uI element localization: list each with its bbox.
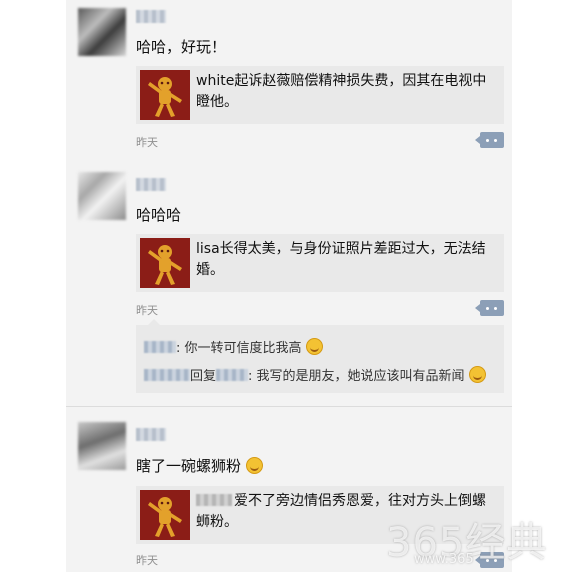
mascot-icon (148, 497, 182, 537)
comment-menu-button[interactable] (475, 300, 504, 316)
username[interactable] (136, 10, 166, 23)
shared-link-card[interactable]: white起诉赵薇赔偿精神损失费，因其在电视中瞪他。 (136, 66, 504, 124)
laughing-emoji-icon (305, 338, 323, 355)
watermark-url: www.365 (414, 552, 474, 567)
comment-2[interactable]: 回复 : 我写的是朋友，她说应该叫有品新闻 (144, 365, 486, 384)
post-text-content: 瞎了一碗螺狮粉 (136, 457, 242, 475)
post-time: 昨天 (136, 136, 158, 149)
comment-text: : 你一转可信度比我高 (176, 341, 302, 356)
mascot-icon (148, 245, 182, 285)
comments-box: : 你一转可信度比我高 回复 : 我写的是朋友，她说应该叫有品新闻 (136, 319, 504, 393)
avatar[interactable] (78, 422, 126, 470)
awkward-emoji-icon (468, 366, 486, 383)
username[interactable] (136, 428, 166, 441)
avatar[interactable] (78, 8, 126, 56)
post-time: 昨天 (136, 304, 158, 317)
shared-link-card[interactable]: lisa长得太美，与身份证照片差距过大，无法结婚。 (136, 234, 504, 292)
reply-label: 回复 (190, 369, 217, 384)
username[interactable] (136, 178, 166, 191)
post-divider (66, 406, 512, 407)
post-text: 哈哈，好玩！ (136, 38, 227, 56)
post-text: 哈哈哈 (136, 206, 182, 224)
share-thumbnail (140, 70, 190, 120)
comment-text: : 我写的是朋友，她说应该叫有品新闻 (248, 369, 465, 384)
blurred-name (196, 494, 232, 506)
comment-1[interactable]: : 你一转可信度比我高 (144, 337, 323, 356)
share-title: white起诉赵薇赔偿精神损失费，因其在电视中瞪他。 (196, 73, 487, 110)
post-time: 昨天 (136, 554, 158, 567)
share-thumbnail (140, 490, 190, 540)
comment-menu-button[interactable] (475, 132, 504, 148)
mascot-icon (148, 77, 182, 117)
commenter-name[interactable] (144, 369, 190, 381)
post-text: 瞎了一碗螺狮粉 (136, 455, 263, 476)
share-thumbnail (140, 238, 190, 288)
commenter-name[interactable] (144, 341, 176, 353)
kiss-emoji-icon (245, 457, 263, 474)
share-title: lisa长得太美，与身份证照片差距过大，无法结婚。 (196, 241, 486, 278)
reply-target-name[interactable] (216, 369, 249, 381)
avatar[interactable] (78, 172, 126, 220)
